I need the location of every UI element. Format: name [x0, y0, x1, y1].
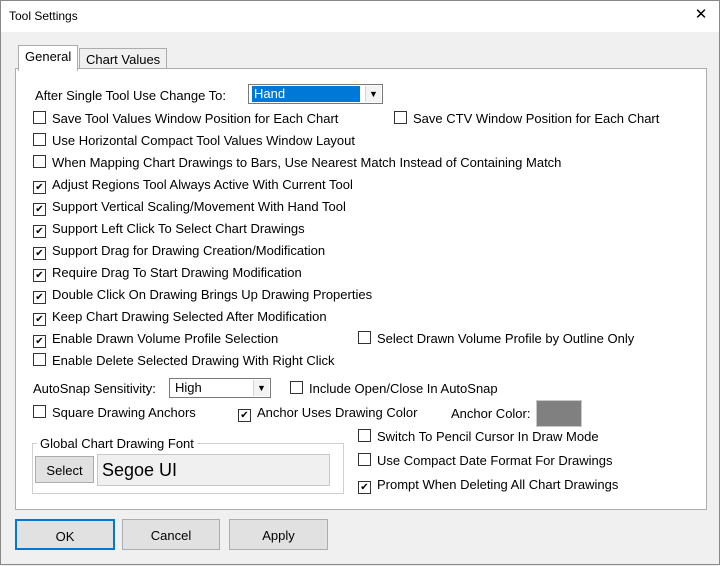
checkbox-label: Support Vertical Scaling/Movement With H… [52, 199, 346, 214]
font-group-label: Global Chart Drawing Font [37, 436, 197, 451]
checkbox-label: Keep Chart Drawing Selected After Modifi… [52, 309, 327, 324]
checkbox-label: Enable Drawn Volume Profile Selection [52, 331, 279, 346]
checkbox-box[interactable] [358, 331, 371, 344]
checkbox-label: Save CTV Window Position for Each Chart [413, 111, 660, 126]
after-single-label: After Single Tool Use Change To: [35, 88, 227, 103]
autosnap-combo[interactable]: High ▼ [169, 378, 271, 398]
autosnap-label: AutoSnap Sensitivity: [33, 381, 156, 396]
apply-button[interactable]: Apply [229, 519, 328, 550]
checkbox-label: Use Compact Date Format For Drawings [377, 453, 613, 468]
checkbox-box[interactable]: ✔ [33, 225, 46, 238]
checkbox-keep-selected[interactable]: ✔ Keep Chart Drawing Selected After Modif… [33, 309, 327, 326]
checkbox-compact-date[interactable]: Use Compact Date Format For Drawings [358, 453, 613, 469]
checkbox-horizontal-compact-layout[interactable]: Use Horizontal Compact Tool Values Windo… [33, 133, 355, 149]
checkbox-nearest-match[interactable]: When Mapping Chart Drawings to Bars, Use… [33, 155, 561, 171]
checkbox-prompt-delete[interactable]: ✔ Prompt When Deleting All Chart Drawings [358, 477, 619, 494]
checkbox-label: Prompt When Deleting All Chart Drawings [377, 477, 619, 492]
checkbox-box[interactable]: ✔ [33, 203, 46, 216]
checkbox-include-openclose[interactable]: Include Open/Close In AutoSnap [290, 381, 498, 397]
checkbox-label: Support Drag for Drawing Creation/Modifi… [52, 243, 326, 258]
combo-value: High [175, 380, 202, 395]
checkbox-volume-profile-selection[interactable]: ✔ Enable Drawn Volume Profile Selection [33, 331, 279, 348]
checkbox-label: Square Drawing Anchors [52, 405, 196, 420]
checkbox-require-drag[interactable]: ✔ Require Drag To Start Drawing Modificat… [33, 265, 302, 282]
checkbox-box[interactable] [290, 381, 303, 394]
chevron-down-icon: ▼ [253, 380, 269, 396]
cancel-button[interactable]: Cancel [122, 519, 220, 550]
checkbox-label: Save Tool Values Window Position for Eac… [52, 111, 339, 126]
checkbox-box[interactable]: ✔ [33, 247, 46, 260]
checkbox-volume-profile-outline[interactable]: Select Drawn Volume Profile by Outline O… [358, 331, 634, 347]
checkbox-label: Require Drag To Start Drawing Modificati… [52, 265, 302, 280]
checkbox-label: Use Horizontal Compact Tool Values Windo… [52, 133, 355, 148]
tab-general[interactable]: General [18, 45, 79, 71]
checkbox-box[interactable] [33, 133, 46, 146]
checkbox-label: Switch To Pencil Cursor In Draw Mode [377, 429, 599, 444]
checkbox-label: Double Click On Drawing Brings Up Drawin… [52, 287, 373, 302]
checkbox-box[interactable] [358, 429, 371, 442]
checkbox-delete-right-click[interactable]: Enable Delete Selected Drawing With Righ… [33, 353, 335, 369]
checkbox-box[interactable]: ✔ [238, 409, 251, 422]
checkbox-label: Select Drawn Volume Profile by Outline O… [377, 331, 635, 346]
checkbox-box[interactable]: ✔ [33, 335, 46, 348]
checkbox-label: Adjust Regions Tool Always Active With C… [52, 177, 353, 192]
select-font-button[interactable]: Select [35, 456, 94, 483]
checkbox-label: Include Open/Close In AutoSnap [309, 381, 498, 396]
checkbox-label: When Mapping Chart Drawings to Bars, Use… [52, 155, 562, 170]
checkbox-label: Anchor Uses Drawing Color [257, 405, 418, 420]
tab-label: General [25, 49, 72, 64]
checkbox-save-tool-values-position[interactable]: Save Tool Values Window Position for Eac… [33, 111, 338, 127]
checkbox-box[interactable] [33, 353, 46, 366]
checkbox-left-click-select[interactable]: ✔ Support Left Click To Select Chart Draw… [33, 221, 305, 238]
checkbox-adjust-regions[interactable]: ✔ Adjust Regions Tool Always Active With … [33, 177, 353, 194]
checkbox-label: Support Left Click To Select Chart Drawi… [52, 221, 305, 236]
checkbox-label: Enable Delete Selected Drawing With Righ… [52, 353, 335, 368]
tab-label: Chart Values [86, 52, 161, 67]
title-bar [0, 0, 720, 32]
checkbox-square-anchors[interactable]: Square Drawing Anchors [33, 405, 196, 421]
anchor-color-label: Anchor Color: [451, 406, 531, 421]
after-single-combo[interactable]: Hand ▼ [248, 84, 383, 104]
checkbox-vertical-scaling[interactable]: ✔ Support Vertical Scaling/Movement With … [33, 199, 346, 216]
window-title: Tool Settings [9, 9, 78, 23]
chevron-down-icon: ▼ [365, 86, 381, 102]
checkbox-anchor-uses-color[interactable]: ✔ Anchor Uses Drawing Color [238, 405, 418, 422]
checkbox-box[interactable] [33, 405, 46, 418]
close-icon[interactable]: ✕ [692, 6, 710, 24]
checkbox-box[interactable]: ✔ [33, 269, 46, 282]
anchor-color-swatch[interactable] [536, 400, 582, 427]
checkbox-double-click-properties[interactable]: ✔ Double Click On Drawing Brings Up Drawi… [33, 287, 373, 304]
checkbox-box[interactable] [358, 453, 371, 466]
checkbox-box[interactable]: ✔ [33, 291, 46, 304]
checkbox-box[interactable] [33, 155, 46, 168]
font-name-display: Segoe UI [97, 454, 330, 486]
checkbox-save-ctv-position[interactable]: Save CTV Window Position for Each Chart [394, 111, 659, 127]
checkbox-box[interactable]: ✔ [33, 181, 46, 194]
checkbox-box[interactable]: ✔ [358, 481, 371, 494]
checkbox-drag-creation[interactable]: ✔ Support Drag for Drawing Creation/Modif… [33, 243, 326, 260]
checkbox-pencil-cursor[interactable]: Switch To Pencil Cursor In Draw Mode [358, 429, 599, 445]
checkbox-box[interactable]: ✔ [33, 313, 46, 326]
checkbox-box[interactable] [33, 111, 46, 124]
combo-value: Hand [252, 86, 360, 102]
checkbox-box[interactable] [394, 111, 407, 124]
ok-button[interactable]: OK [15, 519, 115, 550]
